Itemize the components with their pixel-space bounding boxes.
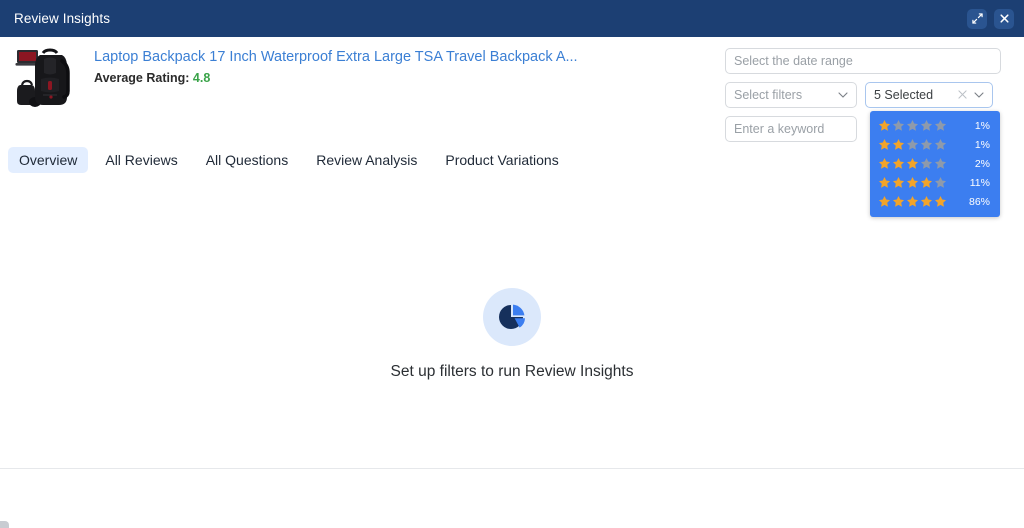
star-icon [906,195,919,208]
select-filters-value: Select filters [734,88,802,102]
star-icon [934,157,947,170]
product-title-link[interactable]: Laptop Backpack 17 Inch Waterproof Extra… [94,48,578,67]
star-icon [878,157,891,170]
window-title: Review Insights [14,11,967,26]
filter-row: Select filters 5 Selected [725,82,1001,108]
star-icon [892,157,905,170]
empty-state-message: Set up filters to run Review Insights [391,363,634,381]
star-percent: 1% [975,120,990,132]
star-icon [892,119,905,132]
star-icon [892,176,905,189]
date-range-input[interactable]: Select the date range [725,48,1001,74]
expand-button[interactable] [967,9,987,29]
star-group [878,195,947,208]
window-controls [967,9,1014,29]
star-icon [878,119,891,132]
tab-overview[interactable]: Overview [8,147,88,173]
star-option-5[interactable]: 86% [870,192,1000,211]
tab-all-reviews[interactable]: All Reviews [94,147,188,173]
star-icon [934,195,947,208]
star-group [878,119,947,132]
star-rating-multiselect[interactable]: 5 Selected [865,82,993,108]
keyword-input[interactable]: Enter a keyword [725,116,857,142]
star-icon [906,119,919,132]
tab-review-analysis[interactable]: Review Analysis [305,147,428,173]
star-icon [878,195,891,208]
clear-icon[interactable] [958,89,967,101]
star-group [878,157,947,170]
star-rating-multiselect-value: 5 Selected [874,88,933,102]
tab-all-questions[interactable]: All Questions [195,147,299,173]
star-icon [920,119,933,132]
star-icon [920,157,933,170]
average-rating-value: 4.8 [193,71,210,85]
star-icon [878,176,891,189]
star-option-3[interactable]: 2% [870,154,1000,173]
close-button[interactable] [994,9,1014,29]
multiselect-icons [958,89,984,101]
pie-chart-icon [483,288,541,346]
star-option-1[interactable]: 1% [870,116,1000,135]
star-icon [906,138,919,151]
expand-icon [972,13,983,24]
star-percent: 1% [975,139,990,151]
star-option-4[interactable]: 11% [870,173,1000,192]
empty-state: Set up filters to run Review Insights [0,288,1024,381]
star-icon [892,138,905,151]
review-insights-window: Review Insights [0,0,1024,528]
close-icon [999,13,1010,24]
star-icon [906,176,919,189]
star-option-2[interactable]: 1% [870,135,1000,154]
star-percent: 2% [975,158,990,170]
chevron-down-icon [838,90,848,101]
star-icon [906,157,919,170]
footer: Helium 10 Platinum [0,469,1024,528]
star-icon [920,176,933,189]
star-icon [934,119,947,132]
star-icon [892,195,905,208]
star-distribution-dropdown: 1% 1% 2% [870,111,1000,217]
star-icon [934,138,947,151]
product-thumbnail[interactable] [14,45,84,115]
select-filters-dropdown[interactable]: Select filters [725,82,857,108]
product-header: Laptop Backpack 17 Inch Waterproof Extra… [14,45,578,115]
star-percent: 11% [970,177,990,189]
star-icon [920,195,933,208]
star-percent: 86% [969,196,990,208]
star-icon [920,138,933,151]
star-group [878,138,947,151]
product-info: Laptop Backpack 17 Inch Waterproof Extra… [94,45,578,85]
average-rating-label: Average Rating: [94,71,189,85]
chevron-down-icon[interactable] [974,90,984,101]
tab-product-variations[interactable]: Product Variations [434,147,569,173]
star-icon [934,176,947,189]
star-icon [878,138,891,151]
corner-accent [0,521,9,528]
window-titlebar: Review Insights [0,0,1024,37]
star-group [878,176,947,189]
tab-bar: Overview All Reviews All Questions Revie… [8,147,570,173]
average-rating: Average Rating: 4.8 [94,71,578,85]
